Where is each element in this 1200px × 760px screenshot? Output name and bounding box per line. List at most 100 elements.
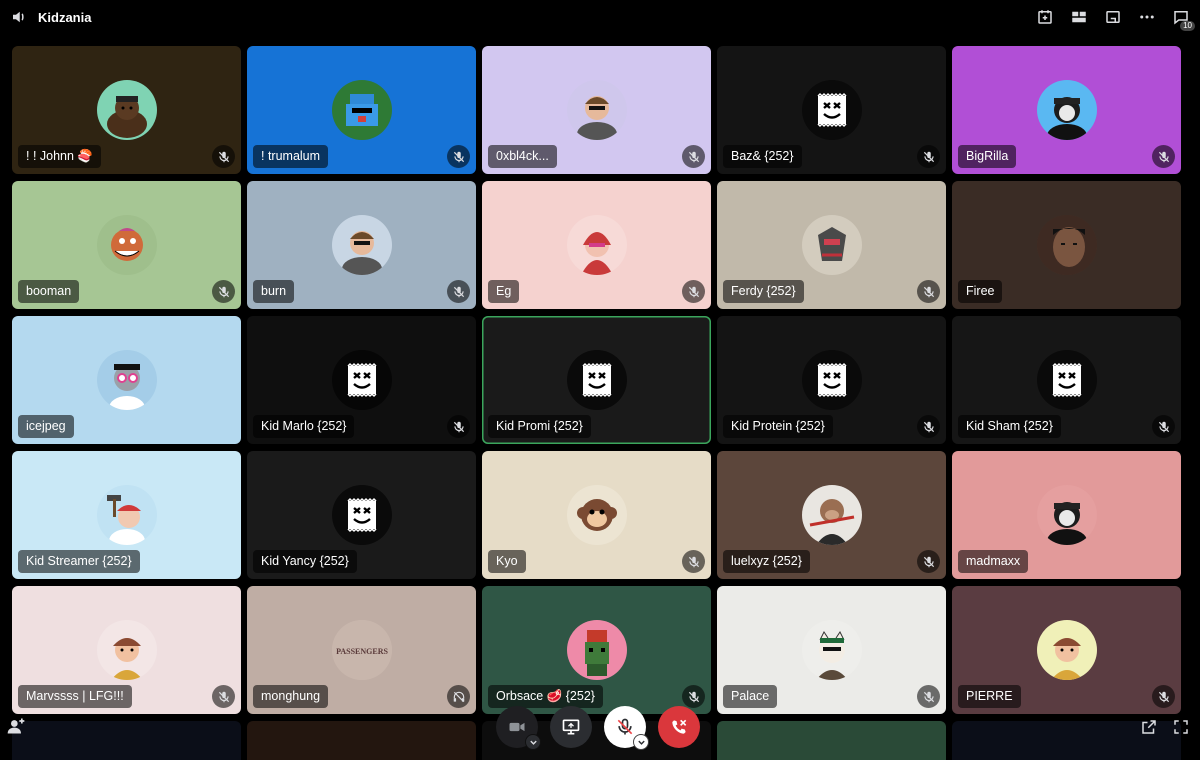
avatar: [96, 215, 157, 275]
participant-tile[interactable]: [247, 721, 476, 760]
more-dots-icon[interactable]: [1136, 6, 1158, 28]
avatar: [566, 350, 627, 410]
chevron-down-icon[interactable]: [525, 734, 541, 750]
participant-tile[interactable]: Kid Streamer {252}: [12, 451, 241, 579]
participant-name: Kid Marlo {252}: [253, 415, 355, 438]
avatar: [1036, 350, 1097, 410]
participant-name: ! trumalum: [253, 145, 329, 168]
deafened-icon: [447, 685, 470, 708]
participant-tile[interactable]: Firee: [952, 181, 1181, 309]
calendar-add-icon[interactable]: [1034, 6, 1056, 28]
chat-icon[interactable]: 10: [1170, 6, 1195, 31]
avatar: [566, 80, 627, 140]
participant-tile[interactable]: Kid Marlo {252}: [247, 316, 476, 444]
speaker-icon: [8, 6, 30, 28]
participant-tile[interactable]: [12, 721, 241, 760]
participant-name: Kid Sham {252}: [958, 415, 1061, 438]
call-header: Kidzania 10: [0, 0, 1200, 34]
participant-name: ! ! Johnn 🍣: [18, 145, 101, 168]
avatar: [801, 620, 862, 680]
participant-tile[interactable]: luelxyz {252}: [717, 451, 946, 579]
muted-mic-icon: [447, 145, 470, 168]
avatar: [331, 80, 392, 140]
leave-call-button[interactable]: [658, 706, 700, 748]
avatar: [1036, 620, 1097, 680]
participant-name: Orbsace 🥩 {252}: [488, 685, 603, 708]
participant-grid: ! ! Johnn 🍣 ! trumalum 0xbl4ck... Baz& {25…: [12, 46, 1184, 714]
muted-mic-icon: [917, 550, 940, 573]
avatar: [801, 80, 862, 140]
popout-window-icon[interactable]: [1102, 6, 1124, 28]
participant-name: Baz& {252}: [723, 145, 802, 168]
participant-tile[interactable]: ! trumalum: [247, 46, 476, 174]
avatar: [801, 485, 862, 545]
participant-name: madmaxx: [958, 550, 1029, 573]
participant-name: icejpeg: [18, 415, 74, 438]
muted-mic-icon: [917, 280, 940, 303]
participant-tile[interactable]: Kid Sham {252}: [952, 316, 1181, 444]
participant-tile[interactable]: Baz& {252}: [717, 46, 946, 174]
participant-tile[interactable]: Orbsace 🥩 {252}: [482, 586, 711, 714]
participant-name: Kid Protein {252}: [723, 415, 833, 438]
participant-tile[interactable]: Kid Promi {252}: [482, 316, 711, 444]
avatar: [96, 350, 157, 410]
avatar: PASSENGERS: [331, 620, 392, 680]
participant-tile[interactable]: Palace: [717, 586, 946, 714]
participant-tile[interactable]: icejpeg: [12, 316, 241, 444]
participant-tile[interactable]: Ferdy {252}: [717, 181, 946, 309]
header-actions: 10: [1034, 0, 1195, 34]
participant-name: 0xbl4ck...: [488, 145, 557, 168]
avatar: [331, 485, 392, 545]
svg-text:PASSENGERS: PASSENGERS: [336, 647, 388, 656]
participant-name: Kid Yancy {252}: [253, 550, 357, 573]
avatar: [1036, 215, 1097, 275]
microphone-button[interactable]: [604, 706, 649, 750]
muted-mic-icon: [212, 280, 235, 303]
muted-mic-icon: [447, 280, 470, 303]
fullscreen-icon[interactable]: [1172, 718, 1190, 741]
participant-name: Kyo: [488, 550, 526, 573]
grid-layout-icon[interactable]: [1068, 6, 1090, 28]
participant-tile[interactable]: [717, 721, 946, 760]
avatar: [1036, 80, 1097, 140]
header-left: Kidzania: [0, 6, 91, 28]
participant-name: monghung: [253, 685, 329, 708]
chevron-down-icon[interactable]: [633, 734, 649, 750]
participant-tile[interactable]: ! ! Johnn 🍣: [12, 46, 241, 174]
participant-tile[interactable]: madmaxx: [952, 451, 1181, 579]
muted-mic-icon: [447, 415, 470, 438]
participant-tile[interactable]: Kid Yancy {252}: [247, 451, 476, 579]
camera-button[interactable]: [496, 706, 541, 750]
screen-share-button[interactable]: [550, 706, 592, 748]
muted-mic-icon: [1152, 415, 1175, 438]
participant-name: Eg: [488, 280, 520, 303]
participant-name: Firee: [958, 280, 1003, 303]
chat-count-badge: 10: [1180, 21, 1195, 31]
participant-tile[interactable]: Kyo: [482, 451, 711, 579]
participant-tile[interactable]: booman: [12, 181, 241, 309]
avatar: [96, 80, 157, 140]
participant-tile[interactable]: Marvssss | LFG!!!: [12, 586, 241, 714]
bottom-right-actions: [1140, 718, 1190, 741]
participant-tile[interactable]: Eg: [482, 181, 711, 309]
popout-icon[interactable]: [1140, 718, 1158, 741]
participant-tile[interactable]: Kid Protein {252}: [717, 316, 946, 444]
participant-tile[interactable]: BigRilla: [952, 46, 1181, 174]
participant-name: Marvssss | LFG!!!: [18, 685, 132, 708]
participant-tile[interactable]: PASSENGERS monghung: [247, 586, 476, 714]
participant-tile[interactable]: PIERRE: [952, 586, 1181, 714]
avatar: [331, 215, 392, 275]
avatar: [566, 620, 627, 680]
muted-mic-icon: [1152, 685, 1175, 708]
avatar: [96, 620, 157, 680]
avatar: [566, 485, 627, 545]
participant-name: Ferdy {252}: [723, 280, 804, 303]
participant-name: Kid Streamer {252}: [18, 550, 140, 573]
channel-title: Kidzania: [38, 9, 92, 25]
muted-mic-icon: [682, 685, 705, 708]
muted-mic-icon: [917, 145, 940, 168]
add-user-icon[interactable]: [6, 716, 28, 738]
participant-tile[interactable]: 0xbl4ck...: [482, 46, 711, 174]
participant-tile[interactable]: burn: [247, 181, 476, 309]
muted-mic-icon: [212, 145, 235, 168]
